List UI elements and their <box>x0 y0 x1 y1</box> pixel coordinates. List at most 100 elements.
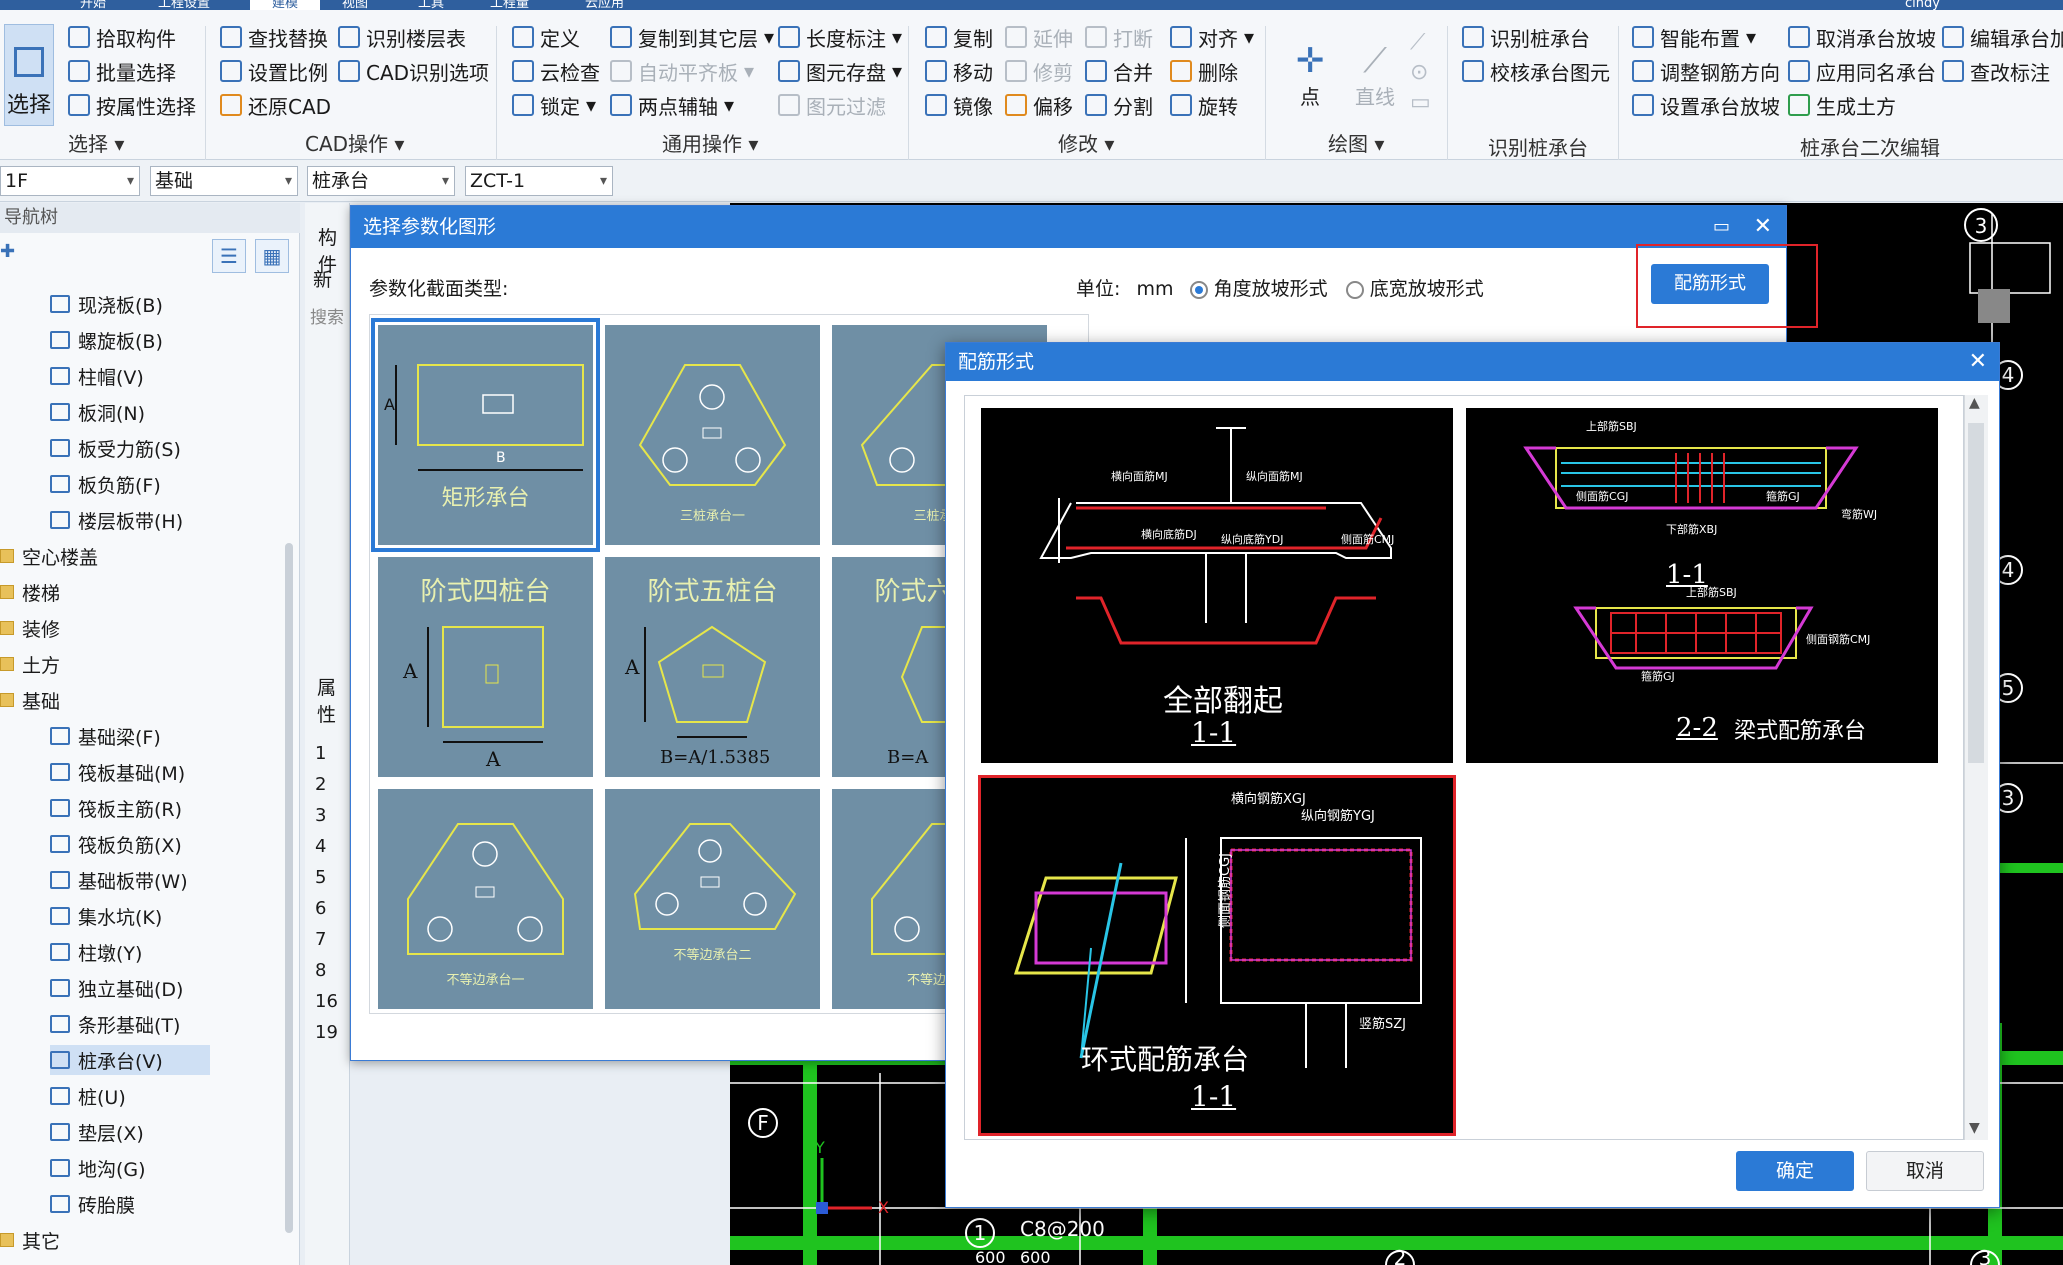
identify-floor-table-button[interactable]: 识别楼层表 <box>338 22 466 52</box>
nav-item[interactable]: 基础 <box>0 685 60 715</box>
check-cap-element-button[interactable]: 校核承台图元 <box>1462 56 1610 86</box>
category-select[interactable]: 基础 <box>150 166 298 196</box>
align-button[interactable]: 对齐 ▾ <box>1170 22 1254 52</box>
dialog-title-bar[interactable]: 选择参数化图形 ▭ ✕ <box>351 206 1786 248</box>
draw-point-button[interactable]: ✛ 点 <box>1285 30 1335 110</box>
find-replace-button[interactable]: 查找替换 <box>220 22 328 52</box>
shape-rect-cap[interactable]: A B 矩形承台 <box>371 318 600 552</box>
grid-view-icon[interactable]: ▦ <box>255 239 289 273</box>
generate-earthwork-button[interactable]: 生成土方 <box>1788 90 1896 120</box>
check-annotation-button[interactable]: 查改标注 <box>1942 56 2050 86</box>
define-button[interactable]: 定义 <box>512 22 580 52</box>
nav-item[interactable]: 筏板主筋(R) <box>50 793 182 823</box>
search-input[interactable]: 搜索 <box>310 303 344 328</box>
nav-item[interactable]: 集水坑(K) <box>50 901 162 931</box>
nav-item[interactable]: 垫层(X) <box>50 1117 144 1147</box>
close-icon[interactable]: ✕ <box>1754 206 1772 248</box>
nav-item[interactable]: 条形基础(T) <box>50 1009 180 1039</box>
nav-item[interactable]: 空心楼盖 <box>0 541 98 571</box>
nav-item[interactable]: 地沟(G) <box>50 1153 146 1183</box>
component-name-select[interactable]: ZCT-1 <box>465 166 613 196</box>
split-button[interactable]: 分割 <box>1085 90 1153 120</box>
copy-to-other-floor-button[interactable]: 复制到其它层 ▾ <box>610 22 774 52</box>
delete-button[interactable]: 删除 <box>1170 56 1238 86</box>
nav-item[interactable]: 独立基础(D) <box>50 973 183 1003</box>
break-button[interactable]: 打断 <box>1085 22 1153 52</box>
shape-unequal-cap-1[interactable]: 不等边承台一 <box>378 789 593 1009</box>
rebar-option-ring-type[interactable]: 横向钢筋XGJ 纵向钢筋YGJ 侧面钢筋CGJ 竖筋SZJ 环式配筋承台 1-1 <box>978 775 1456 1136</box>
tab-view[interactable]: 视图 <box>342 0 392 10</box>
user-name[interactable]: cindy <box>1905 0 1965 10</box>
nav-item[interactable]: 板洞(N) <box>50 397 145 427</box>
nav-item[interactable]: 桩(U) <box>50 1081 126 1111</box>
draw-line-button[interactable]: ⟋ 直线 <box>1345 30 1405 110</box>
nav-item[interactable]: 基础梁(F) <box>50 721 161 751</box>
component-type-select[interactable]: 桩承台 <box>307 166 455 196</box>
nav-item[interactable]: 板受力筋(S) <box>50 433 181 463</box>
select-button[interactable]: 选择 <box>4 24 54 126</box>
tab-cloud[interactable]: 云应用 <box>585 0 645 10</box>
vertical-scrollbar[interactable]: ▲ ▼ <box>1964 395 1988 1140</box>
auto-align-slab-button[interactable]: 自动平齐板 ▾ <box>610 56 754 86</box>
shape-three-pile-cap-1[interactable]: 三桩承台一 <box>605 325 820 545</box>
dialog-title-bar[interactable]: 配筋形式 ✕ <box>946 343 1999 381</box>
adjust-rebar-direction-button[interactable]: 调整钢筋方向 <box>1632 56 1780 86</box>
set-cap-slope-button[interactable]: 设置承台放坡 <box>1632 90 1780 120</box>
nav-item[interactable]: 其它 <box>0 1225 60 1255</box>
maximize-icon[interactable]: ▭ <box>1713 206 1730 248</box>
tab-quantity[interactable]: 工程量 <box>490 0 550 10</box>
cad-identify-options-button[interactable]: CAD识别选项 <box>338 56 489 86</box>
scroll-down-icon[interactable]: ▼ <box>1969 1120 1980 1136</box>
nav-item[interactable]: 螺旋板(B) <box>50 325 163 355</box>
smart-layout-button[interactable]: 智能布置 ▾ <box>1632 22 1756 52</box>
shape-stepped-five-pile[interactable]: 阶式五桩台 A B=A/1.5385 <box>605 557 820 777</box>
trim-button[interactable]: 修剪 <box>1005 56 1073 86</box>
radio-angle-slope[interactable] <box>1189 280 1208 299</box>
close-icon[interactable]: ✕ <box>1969 343 1987 381</box>
nav-item[interactable]: 土方 <box>0 649 60 679</box>
nav-item[interactable]: 柱墩(Y) <box>50 937 142 967</box>
radio-width-slope[interactable] <box>1345 280 1364 299</box>
nav-item[interactable]: 砖胎膜 <box>50 1189 135 1219</box>
floor-select[interactable]: 1F <box>0 166 140 196</box>
set-scale-button[interactable]: 设置比例 <box>220 56 328 86</box>
nav-item[interactable]: 桩承台(V) <box>50 1045 210 1075</box>
batch-select-button[interactable]: 批量选择 <box>68 56 176 86</box>
tab-tools[interactable]: 工具 <box>418 0 468 10</box>
merge-button[interactable]: 合并 <box>1085 56 1153 86</box>
nav-item[interactable]: 楼梯 <box>0 577 60 607</box>
tab-modeling[interactable]: 建模 <box>250 0 320 10</box>
list-view-icon[interactable]: ☰ <box>212 239 246 273</box>
tab-start[interactable]: 开始 <box>80 0 130 10</box>
shape-stepped-four-pile[interactable]: 阶式四桩台 A A <box>378 557 593 777</box>
identify-pile-cap-button[interactable]: 识别桩承台 <box>1462 22 1590 52</box>
shape-unequal-cap-2[interactable]: 不等边承台二 <box>605 789 820 1009</box>
nav-scrollbar[interactable] <box>285 543 293 1233</box>
nav-item[interactable]: 筏板基础(M) <box>50 757 185 787</box>
nav-item[interactable]: 基础板带(W) <box>50 865 188 895</box>
nav-item[interactable]: 装修 <box>0 613 60 643</box>
apply-same-cap-button[interactable]: 应用同名承台 <box>1788 56 1936 86</box>
scroll-thumb[interactable] <box>1968 423 1984 763</box>
edit-cap-reinforcement-button[interactable]: 编辑承台加强 <box>1942 22 2063 52</box>
new-component-button[interactable]: 新 <box>313 265 332 292</box>
copy-button[interactable]: 复制 <box>925 22 993 52</box>
cloud-check-button[interactable]: 云检查 <box>512 56 600 86</box>
extend-button[interactable]: 延伸 <box>1005 22 1073 52</box>
rotate-button[interactable]: 旋转 <box>1170 90 1238 120</box>
tab-project-settings[interactable]: 工程设置 <box>158 0 238 10</box>
scroll-up-icon[interactable]: ▲ <box>1969 395 1980 411</box>
nav-item[interactable]: 现浇板(B) <box>50 289 163 319</box>
rebar-option-beam-type[interactable]: 上部筋SBJ 下部筋XBJ 侧面筋CGJ 箍筋GJ 弯筋WJ 侧面钢筋CMJ 上部筋SBJ 箍… <box>1466 408 1938 763</box>
select-by-property-button[interactable]: 按属性选择 <box>68 90 196 120</box>
cancel-button[interactable]: 取消 <box>1866 1151 1984 1191</box>
nav-item[interactable]: 筏板负筋(X) <box>50 829 182 859</box>
cancel-cap-slope-button[interactable]: 取消承台放坡 <box>1788 22 1936 52</box>
two-point-axis-button[interactable]: 两点辅轴 ▾ <box>610 90 734 120</box>
nav-item[interactable]: 楼层板带(H) <box>50 505 183 535</box>
save-element-button[interactable]: 图元存盘 ▾ <box>778 56 902 86</box>
lock-button[interactable]: 锁定 ▾ <box>512 90 596 120</box>
move-button[interactable]: 移动 <box>925 56 993 86</box>
element-filter-button[interactable]: 图元过滤 <box>778 90 886 120</box>
add-icon[interactable]: ✚ <box>0 241 15 262</box>
